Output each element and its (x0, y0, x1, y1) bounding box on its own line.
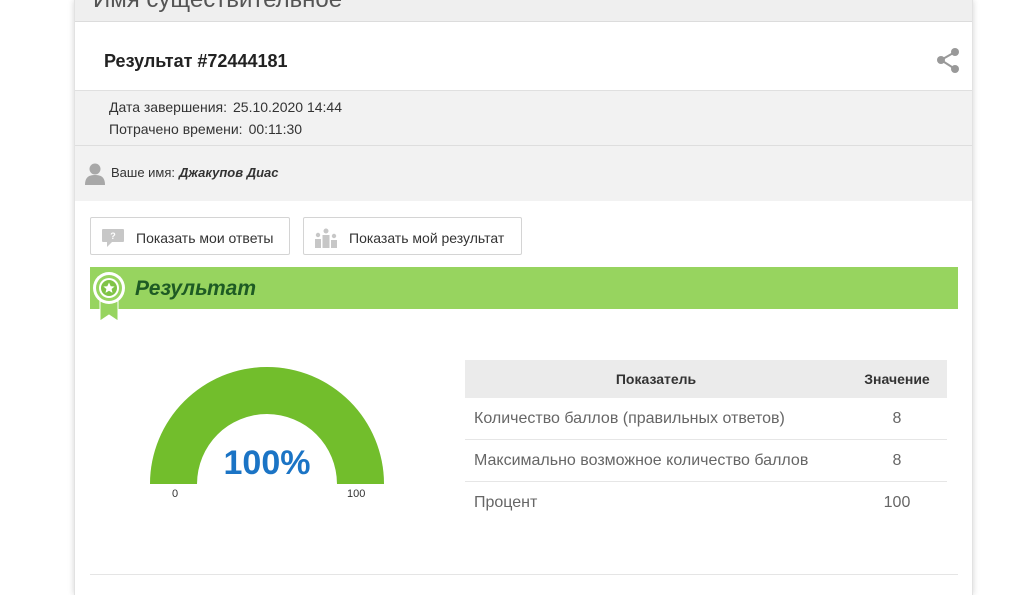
column-header-indicator: Показатель (465, 360, 847, 398)
result-meta: Дата завершения: 25.10.2020 14:44 Потраче… (75, 91, 972, 146)
table-row: Процент 100 (465, 482, 947, 524)
gauge-min-label: 0 (172, 488, 179, 500)
question-bubble-icon: ? (102, 229, 124, 247)
column-header-value: Значение (847, 360, 947, 398)
indicator-cell: Количество баллов (правильных ответов) (465, 398, 847, 440)
share-icon[interactable] (935, 47, 961, 75)
show-answers-button[interactable]: ? Показать мои ответы (90, 217, 290, 255)
table-row: Количество баллов (правильных ответов) 8 (465, 398, 947, 440)
score-gauge: 100% 0 100 (150, 366, 384, 506)
user-name-value: Джакупов Диас (179, 165, 279, 180)
value-cell: 8 (847, 439, 947, 482)
stats-table: Показатель Значение Количество баллов (п… (465, 360, 947, 523)
value-cell: 100 (883, 493, 911, 511)
table-row: Максимально возможное количество баллов … (465, 439, 947, 482)
svg-text:?: ? (110, 231, 116, 241)
user-name-label: Ваше имя: Джакупов Диас (111, 165, 279, 180)
result-banner: Результат (90, 267, 958, 309)
indicator-cell: Процент (474, 493, 538, 511)
test-header: Имя существительное (75, 0, 972, 22)
value-cell: 8 (847, 398, 947, 440)
section-divider (90, 574, 958, 575)
show-answers-label: Показать мои ответы (136, 230, 274, 246)
user-icon (85, 163, 105, 185)
time-spent: Потрачено времени: 00:11:30 (109, 121, 302, 137)
award-medal-icon (93, 272, 125, 321)
time-spent-value: 00:11:30 (248, 121, 303, 137)
completion-date-value: 25.10.2020 14:44 (233, 99, 342, 115)
user-label-text: Ваше имя: (111, 165, 176, 180)
indicator-cell: Максимально возможное количество баллов (465, 439, 847, 482)
gauge-max-label: 100 (347, 488, 366, 500)
result-banner-title: Результат (135, 277, 257, 300)
completion-date: Дата завершения: 25.10.2020 14:44 (109, 99, 342, 115)
result-header: Результат #72444181 (75, 22, 972, 91)
show-result-button[interactable]: Показать мой результат (303, 217, 522, 255)
user-row: Ваше имя: Джакупов Диас (75, 146, 972, 201)
stats-header-row: Показатель Значение (465, 360, 947, 398)
gauge-percent: 100% (223, 444, 311, 482)
completion-date-label: Дата завершения: (109, 99, 227, 115)
test-title: Имя существительное (93, 0, 342, 14)
podium-icon (315, 228, 337, 248)
result-title: Результат #72444181 (104, 51, 288, 71)
time-spent-label: Потрачено времени: (109, 121, 243, 137)
result-card: Имя существительное Результат #72444181 … (74, 0, 973, 595)
show-result-label: Показать мой результат (349, 230, 505, 246)
